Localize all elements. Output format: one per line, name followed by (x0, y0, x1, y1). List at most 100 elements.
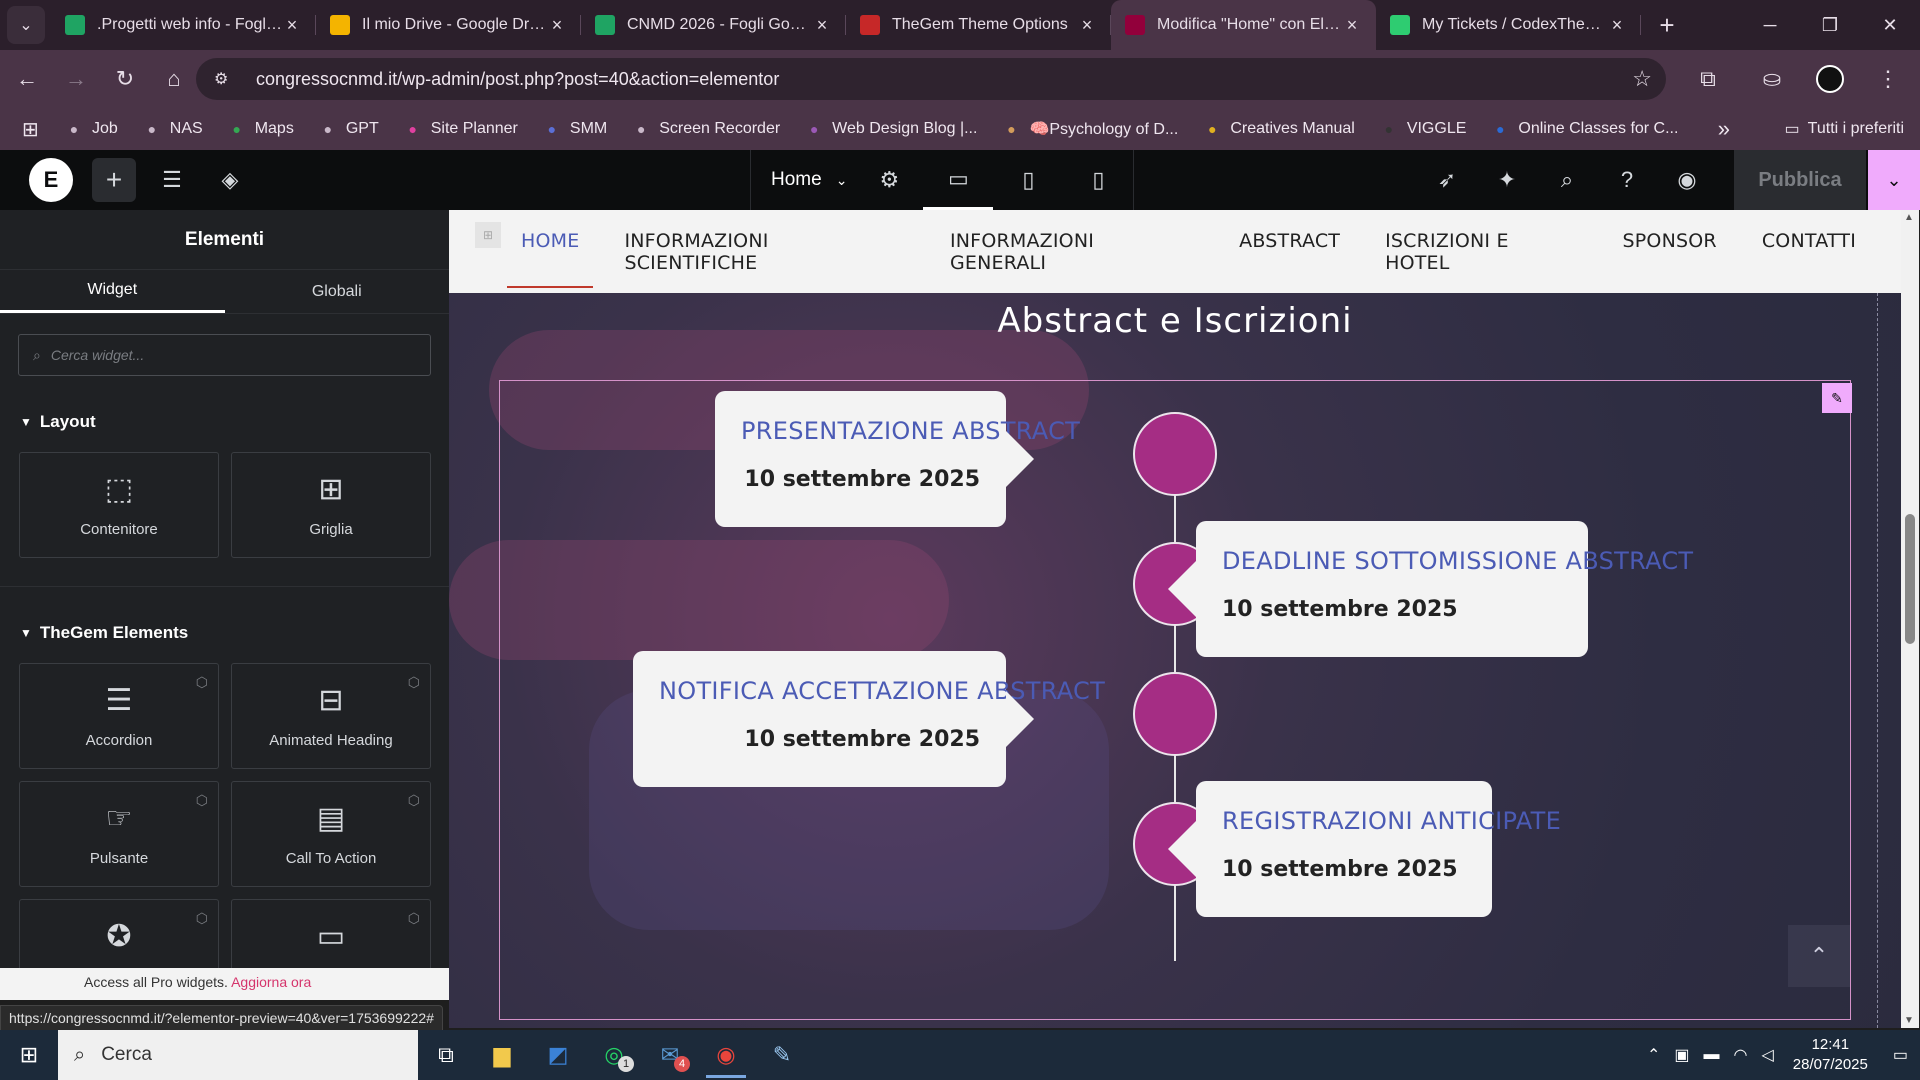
widget-tile[interactable]: ⬡ ⊟ Animated Heading (231, 663, 431, 769)
section-edit-handle[interactable]: ⊞ (475, 222, 501, 248)
browser-menu-icon[interactable]: ⋮ (1866, 57, 1910, 101)
volume-icon[interactable]: ◁ (1761, 1045, 1773, 1065)
browser-tab[interactable]: TheGem Theme Options × (846, 0, 1111, 50)
timeline-widget[interactable]: ✎ PRESENTAZIONE ABSTRACT 10 settembre 202… (499, 380, 1852, 1020)
bookmark-item[interactable]: ● Screen Recorder (631, 119, 780, 139)
tray-expand-icon[interactable]: ⌃ (1647, 1045, 1660, 1065)
bookmark-item[interactable]: ● Maps (227, 119, 293, 139)
bookmark-item[interactable]: ● Web Design Blog |... (804, 119, 978, 139)
omnibox[interactable]: ⚙ congressocnmd.it/wp-admin/post.php?pos… (196, 58, 1666, 100)
extensions-icon[interactable]: ⧉ (1686, 57, 1730, 101)
minimize-icon[interactable]: ─ (1740, 0, 1800, 50)
tab-close-icon[interactable]: × (1077, 15, 1097, 36)
bookmark-star-icon[interactable]: ☆ (1632, 66, 1652, 92)
paint-icon[interactable]: ✎ (754, 1030, 810, 1080)
site-nav-item[interactable]: CONTATTI (1762, 230, 1856, 274)
panel-section-header[interactable]: ▼ TheGem Elements (20, 623, 449, 643)
elementor-logo-icon[interactable]: E (29, 158, 73, 202)
widget-tile[interactable]: ⬚ Contenitore (19, 452, 219, 558)
widget-tile[interactable]: ⬡ ☞ Pulsante (19, 781, 219, 887)
widget-tile[interactable]: ⊞ Griglia (231, 452, 431, 558)
mail-icon[interactable]: ✉ 4 (642, 1030, 698, 1080)
bookmark-item[interactable]: ● Online Classes for C... (1490, 119, 1678, 139)
tab-close-icon[interactable]: × (812, 15, 832, 36)
finder-search-icon[interactable]: ⌕ (1545, 158, 1589, 202)
browser-tab[interactable]: CNMD 2026 - Fogli Google × (581, 0, 846, 50)
bookmark-item[interactable]: ● GPT (318, 119, 379, 139)
forward-icon[interactable]: → (54, 57, 98, 101)
back-icon[interactable]: ← (5, 57, 49, 101)
wifi-icon[interactable]: ◠ (1734, 1045, 1748, 1065)
publish-options-icon[interactable]: ⌄ (1868, 150, 1920, 210)
desktop-view-icon[interactable]: ▭ (923, 150, 994, 210)
site-nav-item[interactable]: SPONSOR (1623, 230, 1717, 274)
bookmark-item[interactable]: ● VIGGLE (1379, 119, 1467, 139)
widget-search-input[interactable]: ⌕ Cerca widget... (18, 334, 431, 376)
notifications-icon[interactable]: ▭ (1893, 1045, 1908, 1065)
whatsapp-icon[interactable]: ◎ 1 (586, 1030, 642, 1080)
file-explorer-icon[interactable]: ▆ (474, 1030, 530, 1080)
preview-eye-icon[interactable]: ◉ (1665, 158, 1709, 202)
extension-icon[interactable]: ⛀ (1750, 57, 1794, 101)
battery-icon[interactable]: ▬ (1704, 1046, 1720, 1064)
scroll-to-top-button[interactable]: ⌃ (1788, 925, 1850, 987)
tab-close-icon[interactable]: × (282, 15, 302, 36)
more-bookmarks-icon[interactable]: » (1718, 116, 1730, 142)
structure-layers-icon[interactable]: ◈ (208, 158, 252, 202)
bookmark-item[interactable]: ● Creatives Manual (1202, 119, 1355, 139)
tab-close-icon[interactable]: × (547, 15, 567, 36)
add-element-icon[interactable]: + (92, 158, 136, 202)
url-text[interactable]: congressocnmd.it/wp-admin/post.php?post=… (256, 69, 779, 90)
tab-widget[interactable]: Widget (0, 270, 225, 313)
browser-tab[interactable]: Modifica "Home" con Elem × (1111, 0, 1376, 50)
bookmark-item[interactable]: ● SMM (542, 119, 608, 139)
profile-avatar[interactable] (1816, 65, 1844, 93)
site-nav-item[interactable]: INFORMAZIONI SCIENTIFICHE (624, 230, 905, 274)
upgrade-link[interactable]: Aggiorna ora (231, 974, 311, 990)
new-tab-button[interactable]: + (1647, 5, 1687, 45)
site-nav-item[interactable]: INFORMAZIONI GENERALI (950, 230, 1194, 274)
site-info-icon[interactable]: ⚙ (214, 69, 242, 89)
outlook-icon[interactable]: ◩ (530, 1030, 586, 1080)
browser-tab[interactable]: My Tickets / CodexThemes × (1376, 0, 1641, 50)
tab-globali[interactable]: Globali (225, 270, 450, 313)
bookmark-item[interactable]: ● Job (64, 119, 118, 139)
tablet-view-icon[interactable]: ▯ (993, 150, 1063, 210)
scroll-up-icon[interactable]: ▲ (1904, 212, 1914, 223)
task-view-icon[interactable]: ⧉ (418, 1030, 474, 1080)
bookmark-item[interactable]: ● Site Planner (403, 119, 517, 139)
page-selector[interactable]: Home ⌄ (751, 169, 867, 191)
all-bookmarks[interactable]: ▭ Tutti i preferiti (1785, 119, 1904, 139)
page-settings-icon[interactable]: ⚙ (867, 158, 911, 202)
restore-icon[interactable]: ❐ (1800, 0, 1860, 50)
site-nav-item[interactable]: HOME (506, 230, 595, 288)
help-icon[interactable]: ? (1605, 158, 1649, 202)
site-settings-icon[interactable]: ☰ (150, 158, 194, 202)
taskbar-search[interactable]: ⌕ Cerca (58, 1030, 418, 1080)
whats-new-icon[interactable]: ✦ (1485, 158, 1529, 202)
site-nav-item[interactable]: ABSTRACT (1239, 230, 1340, 274)
tab-search-button[interactable]: ⌄ (7, 6, 45, 44)
edit-pencil-icon[interactable]: ✎ (1822, 383, 1852, 413)
close-window-icon[interactable]: ✕ (1860, 0, 1920, 50)
clock[interactable]: 12:41 28/07/2025 (1793, 1035, 1868, 1075)
rocket-icon[interactable]: ➶ (1425, 158, 1469, 202)
mobile-view-icon[interactable]: ▯ (1063, 150, 1133, 210)
bookmark-item[interactable]: ● 🧠Psychology of D... (1001, 119, 1178, 139)
canvas-scrollbar[interactable]: ▲ ▼ (1901, 210, 1919, 1028)
reload-icon[interactable]: ↻ (103, 57, 147, 101)
scrollbar-thumb[interactable] (1905, 514, 1915, 644)
meet-icon[interactable]: ▣ (1674, 1045, 1689, 1065)
scroll-down-icon[interactable]: ▼ (1904, 1015, 1914, 1026)
tab-close-icon[interactable]: × (1342, 15, 1362, 36)
widget-tile[interactable]: ⬡ ☰ Accordion (19, 663, 219, 769)
site-nav-item[interactable]: ISCRIZIONI E HOTEL (1385, 230, 1577, 274)
panel-section-header[interactable]: ▼ Layout (20, 412, 449, 432)
publish-button[interactable]: Pubblica (1734, 150, 1866, 210)
apps-grid-icon[interactable]: ⊞ (22, 117, 44, 142)
bookmark-item[interactable]: ● NAS (142, 119, 203, 139)
tab-close-icon[interactable]: × (1607, 15, 1627, 36)
chrome-icon[interactable]: ◉ (698, 1030, 754, 1080)
browser-tab[interactable]: Il mio Drive - Google Drive × (316, 0, 581, 50)
home-icon[interactable]: ⌂ (152, 57, 196, 101)
